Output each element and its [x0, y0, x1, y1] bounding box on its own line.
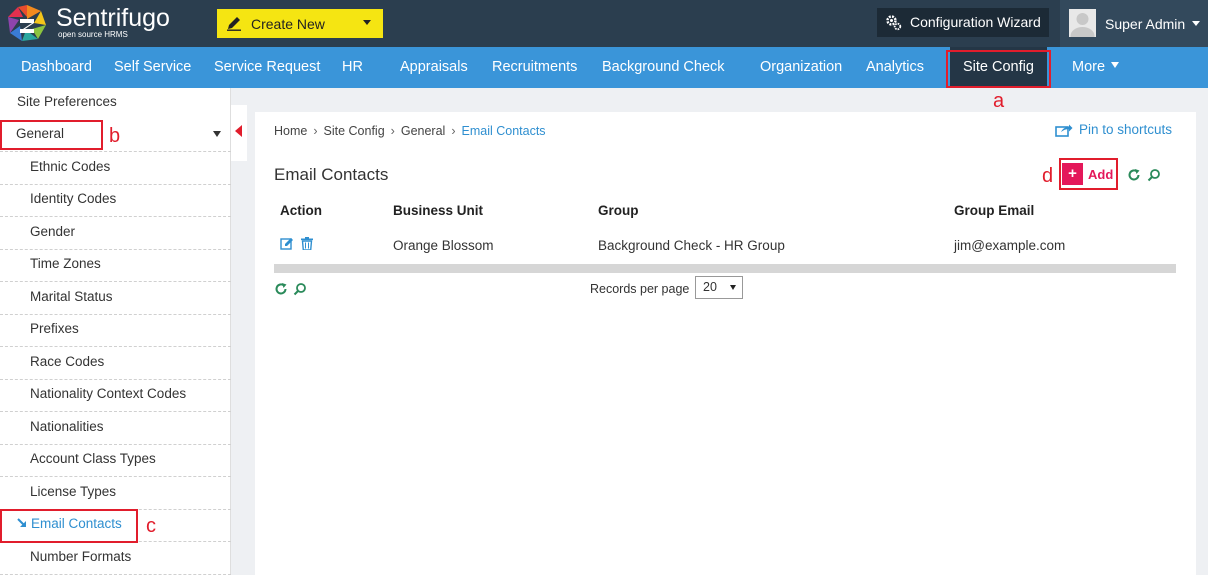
pin-to-shortcuts-link[interactable]: Pin to shortcuts	[1055, 122, 1173, 138]
sidebar-item-license-types[interactable]: License Types	[0, 478, 231, 510]
annotation-c: c	[146, 515, 156, 537]
add-label: Add	[1088, 167, 1114, 182]
create-new-label: Create New	[251, 16, 325, 32]
table-header-row: Action Business Unit Group Group Email	[274, 197, 1176, 223]
configuration-wizard-button[interactable]: Configuration Wizard	[877, 8, 1049, 37]
nav-organization[interactable]: Organization	[760, 47, 842, 88]
arrow-icon	[17, 518, 26, 527]
chevron-down-icon	[213, 131, 221, 137]
sidebar-item-time-zones[interactable]: Time Zones	[0, 250, 231, 282]
breadcrumb-current: Email Contacts	[461, 124, 546, 138]
nav-background-check[interactable]: Background Check	[602, 47, 725, 88]
nav-site-config[interactable]: Site Config	[950, 47, 1047, 88]
breadcrumb-separator: ›	[390, 124, 395, 138]
nav-more-label: More	[1072, 59, 1106, 75]
top-bar: Sentrifugo open source HRMS Create New C…	[0, 0, 1208, 47]
refresh-icon[interactable]	[1127, 168, 1141, 182]
table-row: Orange Blossom Background Check - HR Gro…	[274, 223, 1176, 267]
user-menu[interactable]: Super Admin	[1060, 0, 1208, 47]
column-header-action: Action	[280, 202, 322, 218]
records-per-page-select[interactable]: 20	[695, 276, 743, 299]
plus-icon: +	[1062, 163, 1083, 185]
sidebar-item-marital-status[interactable]: Marital Status	[0, 283, 231, 315]
nav-service-request[interactable]: Service Request	[214, 47, 320, 88]
pin-icon	[1055, 124, 1073, 138]
refresh-icon[interactable]	[274, 282, 288, 296]
nav-dashboard[interactable]: Dashboard	[21, 47, 92, 88]
group-email-cell: jim@example.com	[954, 237, 1066, 253]
sidebar-item-label: Email Contacts	[31, 516, 122, 531]
search-icon[interactable]	[293, 282, 307, 296]
nav-recruitments[interactable]: Recruitments	[492, 47, 577, 88]
sidebar-item-prefixes[interactable]: Prefixes	[0, 315, 231, 347]
delete-icon[interactable]	[300, 237, 313, 251]
breadcrumb: Home › Site Config › General › Email Contacts	[274, 124, 546, 138]
breadcrumb-home[interactable]: Home	[274, 124, 307, 138]
sidebar-item-nationalities[interactable]: Nationalities	[0, 413, 231, 445]
sidebar-item-identity-codes[interactable]: Identity Codes	[0, 185, 231, 217]
breadcrumb-separator: ›	[451, 124, 456, 138]
sidebar-item-gender[interactable]: Gender	[0, 218, 231, 250]
sidebar-item-site-preferences[interactable]: Site Preferences	[0, 88, 231, 120]
nav-self-service[interactable]: Self Service	[114, 47, 191, 88]
sidebar: Site Preferences General Ethnic Codes Id…	[0, 88, 231, 575]
breadcrumb-separator: ›	[313, 124, 318, 138]
horizontal-scrollbar[interactable]	[274, 264, 1176, 273]
sidebar-group-label: General	[16, 126, 65, 141]
sidebar-item-ethnic-codes[interactable]: Ethnic Codes	[0, 153, 231, 185]
chevron-down-icon	[730, 285, 736, 290]
pin-to-shortcuts-label: Pin to shortcuts	[1079, 122, 1173, 137]
sidebar-item-account-class-types[interactable]: Account Class Types	[0, 445, 231, 477]
sidebar-item-race-codes[interactable]: Race Codes	[0, 348, 231, 380]
annotation-d: d	[1042, 165, 1054, 187]
configuration-wizard-label: Configuration Wizard	[910, 14, 1041, 30]
sidebar-collapse-toggle[interactable]	[231, 105, 247, 161]
nav-analytics[interactable]: Analytics	[866, 47, 924, 88]
column-header-group-email[interactable]: Group Email	[948, 197, 1176, 223]
logo-icon	[8, 5, 46, 41]
sidebar-item-email-contacts[interactable]: Email Contacts	[0, 510, 231, 542]
column-header-business-unit[interactable]: Business Unit	[387, 197, 592, 223]
main-content: Home › Site Config › General › Email Contacts …	[255, 112, 1196, 575]
brand-tagline: open source HRMS	[58, 30, 128, 39]
pen-icon	[227, 17, 241, 31]
annotation-a: a	[993, 90, 1005, 112]
page-title: Email Contacts	[274, 165, 389, 184]
user-name: Super Admin	[1105, 16, 1186, 32]
email-contacts-table: Action Business Unit Group Group Email O…	[274, 197, 1176, 267]
main-nav: Dashboard Self Service Service Request H…	[0, 47, 1208, 88]
search-icon[interactable]	[1147, 168, 1161, 182]
chevron-down-icon	[1111, 62, 1120, 69]
group-cell: Background Check - HR Group	[598, 237, 785, 253]
records-per-page-label: Records per page	[590, 282, 690, 296]
sidebar-item-nationality-context-codes[interactable]: Nationality Context Codes	[0, 380, 231, 412]
nav-hr[interactable]: HR	[342, 47, 363, 88]
action-cell	[274, 223, 387, 267]
chevron-down-icon	[1192, 21, 1200, 26]
brand-name: Sentrifugo	[56, 4, 170, 32]
breadcrumb-general[interactable]: General	[401, 124, 445, 138]
chevron-down-icon	[363, 20, 371, 25]
business-unit-cell: Orange Blossom	[393, 237, 494, 253]
edit-icon[interactable]	[280, 237, 293, 250]
annotation-b: b	[109, 125, 121, 147]
records-per-page-value: 20	[703, 280, 717, 294]
create-new-button[interactable]: Create New	[217, 9, 383, 38]
avatar-icon	[1069, 9, 1096, 37]
gear-icon	[886, 15, 902, 31]
sidebar-item-number-formats[interactable]: Number Formats	[0, 543, 231, 575]
column-header-group[interactable]: Group	[592, 197, 948, 223]
nav-appraisals[interactable]: Appraisals	[400, 47, 468, 88]
add-button[interactable]: + Add	[1062, 163, 1114, 187]
nav-more[interactable]: More	[1072, 47, 1120, 88]
chevron-left-icon	[235, 125, 242, 137]
breadcrumb-site-config[interactable]: Site Config	[324, 124, 385, 138]
